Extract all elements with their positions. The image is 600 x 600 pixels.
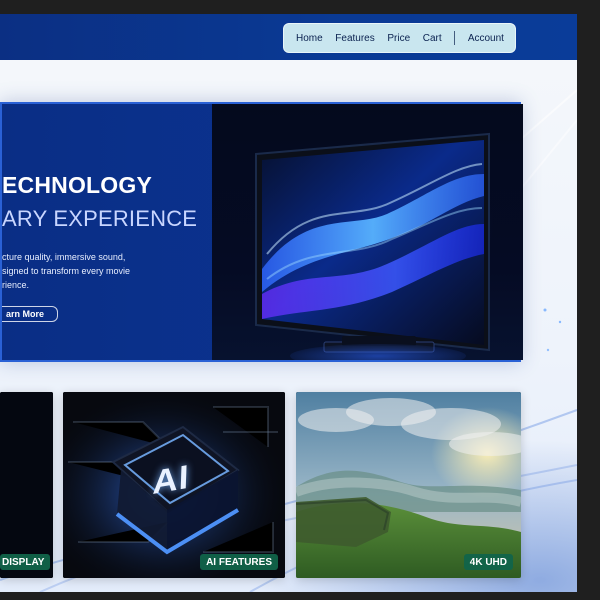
- hero-title: ECHNOLOGY: [2, 172, 153, 198]
- nav-cart[interactable]: Cart: [423, 33, 442, 44]
- site-header: Home Features Price Cart Account: [0, 14, 577, 60]
- web-page: Home Features Price Cart Account ECHNOLO…: [0, 14, 577, 592]
- top-navigation: Home Features Price Cart Account: [283, 23, 516, 53]
- screen-edge: [577, 0, 600, 600]
- learn-more-label: arn More: [5, 309, 44, 319]
- hero-image: [212, 104, 523, 360]
- nav-account[interactable]: Account: [468, 33, 504, 44]
- display-card-label: DISPLAY: [0, 554, 51, 570]
- nav-price[interactable]: Price: [387, 33, 410, 44]
- hero-copy: ECHNOLOGY ARY EXPERIENCE cture quality, …: [2, 104, 212, 360]
- uhd-card-image: [296, 392, 521, 578]
- learn-more-button[interactable]: arn More: [2, 306, 58, 322]
- hero-subtitle: ARY EXPERIENCE: [2, 206, 198, 231]
- tv-illustration: [255, 132, 490, 360]
- nav-divider: [454, 31, 456, 45]
- card-4k-uhd[interactable]: 4K UHD: [296, 392, 521, 578]
- nav-home[interactable]: Home: [296, 33, 323, 44]
- display-card-image: [0, 392, 53, 578]
- ai-chip-text: AI: [151, 458, 191, 502]
- card-display[interactable]: DISPLAY: [0, 392, 53, 578]
- card-ai-features[interactable]: AI AI FEATURES: [63, 392, 285, 578]
- ai-card-label: AI FEATURES: [200, 554, 278, 570]
- nav-features[interactable]: Features: [335, 33, 374, 44]
- uhd-card-label: 4K UHD: [463, 554, 513, 570]
- hero-description: cture quality, immersive sound, signed t…: [2, 252, 131, 290]
- feature-cards: DISPLAY AI AI FEATURES 4K UHD: [0, 392, 521, 578]
- hero-banner: ECHNOLOGY ARY EXPERIENCE cture quality, …: [0, 102, 523, 362]
